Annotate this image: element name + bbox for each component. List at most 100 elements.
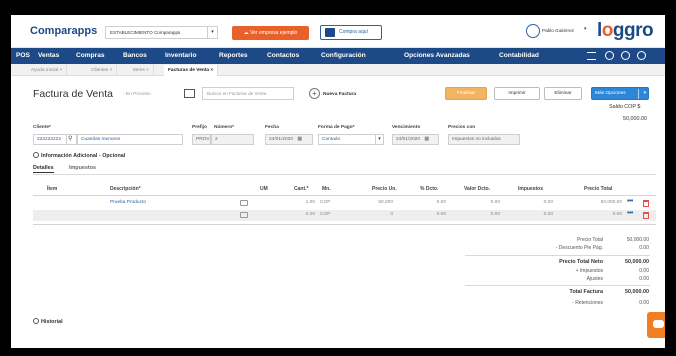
nav-item-bancos[interactable]: Bancos [123,52,147,59]
open-tabs: Ayuda Inicial × Clientes × Items × Factu… [11,64,665,76]
view-example-company-button[interactable]: ☁ Ver empresa ejemplo [232,26,309,40]
trash-icon[interactable] [643,200,649,207]
main-nav: POS Ventas Compras Bancos Inventario Rep… [11,48,665,64]
nav-item-contabilidad[interactable]: Contabilidad [499,52,539,59]
subtab-impuestos[interactable]: Impuestos [69,165,96,171]
tab-clientes[interactable]: Clientes × [87,65,118,76]
status-label: - En Proceso [123,92,151,97]
trash-icon[interactable] [643,212,649,219]
date-label: Fecha [265,125,279,130]
nav-item-ventas[interactable]: Ventas [38,52,59,59]
search-icon[interactable]: ⚲ [67,134,77,145]
new-invoice-button[interactable]: Nueva Factura [323,92,356,97]
info-icon[interactable] [621,51,630,60]
invoice-total-label: Total Factura [569,289,603,295]
nav-item-reportes[interactable]: Reportes [219,52,248,59]
subtotal-label: Precio Total [576,237,603,243]
col-header-impuestos: Impuestos [518,186,544,192]
comment-icon[interactable] [240,200,248,206]
nav-item-contactos[interactable]: Contactos [267,52,299,59]
subtab-detalles[interactable]: Detalles [33,165,54,173]
user-name[interactable]: Pablo Gutiérrez [542,28,574,33]
col-header-cant: Cant.* [294,186,309,192]
additional-info-toggle[interactable]: Información Adicional - Opcional [33,152,125,159]
nav-item-compras[interactable]: Compras [76,52,105,59]
row-currency: COP [320,200,331,205]
user-icon[interactable] [526,24,540,38]
row-discount-value: 0.00 [490,212,500,217]
app-window: Comparapps ESTABLECIMIENTO Comparapps ▾ … [11,15,665,348]
comment-icon[interactable] [240,212,248,218]
row-quantity[interactable]: 1.00 [295,200,315,205]
clock-icon[interactable] [605,51,614,60]
history-label: Historial [41,319,63,325]
nav-item-inventario[interactable]: Inventario [165,52,197,59]
number-label: Número* [214,125,234,130]
row-taxes[interactable]: 0.00 [535,200,553,205]
row-discount-pct[interactable]: 0.00 [428,212,446,217]
table-row[interactable]: 0.00 COP 0 0.00 0.00 0.00 0.00 ••• [33,210,656,221]
buy-here-label: Compra aquí [339,29,368,35]
number-field[interactable]: 2 [211,134,254,145]
taxes-label: + Impuestos [575,268,603,274]
history-toggle[interactable]: Historial [33,318,63,325]
col-header-mn: Mn. [322,186,331,192]
nav-item-pos[interactable]: POS [16,52,30,59]
payment-method-select[interactable]: Contado ▾ [318,134,384,145]
client-name-field[interactable]: Cuantías menores [77,134,183,145]
table-row[interactable]: Prueba Producto 1.00 COP 50,000 0.00 0.0… [33,198,656,209]
tab-items[interactable]: Items × [129,65,154,76]
col-header-descripcion: Descripción* [110,186,141,192]
client-id-field[interactable]: 222222222 [33,134,67,145]
search-input[interactable]: Buscar en Facturas de Venta [202,87,294,100]
due-date-field[interactable]: 24/01/2020 ▦ [392,134,439,145]
additional-info-label: Información Adicional - Opcional [41,153,126,159]
row-currency: COP [320,212,331,217]
row-discount-pct[interactable]: 0.00 [428,200,446,205]
col-header-precio-total: Precio Total [584,186,613,192]
row-quantity[interactable]: 0.00 [295,212,315,217]
calendar-icon: ▦ [424,137,429,142]
row-unit-price[interactable]: 0 [368,212,393,217]
date-field[interactable]: 24/01/2020 ▦ [265,134,313,145]
tab-ayuda-inicial[interactable]: Ayuda Inicial × [27,65,68,76]
chevron-down-icon: ▾ [643,91,646,96]
cart-icon [325,28,335,37]
footer-discount-value[interactable]: 0.00 [639,245,649,251]
delete-button[interactable]: Eliminar [544,87,582,100]
chat-button[interactable] [647,312,665,338]
establishment-label: ESTABLECIMIENTO Comparapps [110,30,181,35]
finalize-button[interactable]: Finalizar [445,87,487,100]
more-options-button[interactable]: Más Opciones ▾ [591,87,649,100]
chevron-down-icon[interactable]: ▾ [584,26,587,32]
due-date-label: Vencimiento [392,125,421,130]
subtotal-value: 50,000.00 [626,237,649,243]
client-label: Cliente* [33,125,51,130]
tab-facturas-de-venta[interactable]: Facturas de Venta × [164,65,219,76]
prices-with-field[interactable]: Impuestos no incluidos [448,134,520,145]
row-taxes[interactable]: 0.00 [535,212,553,217]
chevron-down-icon: ▾ [207,27,217,38]
prefix-field: PROV [192,134,211,145]
view-example-label: Ver empresa ejemplo [250,30,298,36]
divider [33,195,656,196]
help-icon[interactable] [637,51,646,60]
row-discount-value: 0.00 [490,200,500,205]
row-unit-price[interactable]: 50,000 [368,200,393,205]
nav-item-opciones-avanzadas[interactable]: Opciones Avanzadas [404,52,470,59]
divider [33,224,656,225]
divider [33,174,656,175]
nav-item-configuracion[interactable]: Configuración [321,52,366,59]
list-icon[interactable] [587,52,596,60]
row-description[interactable]: Prueba Producto [110,200,146,205]
print-button[interactable]: Imprimir [494,87,540,100]
comment-icon[interactable] [184,89,195,98]
more-icon[interactable]: ••• [627,198,633,205]
taxes-value: 0.00 [639,268,649,274]
more-icon[interactable]: ••• [627,210,633,217]
plus-icon[interactable]: + [309,88,320,99]
col-header-um: UM [260,186,268,192]
footer-discount-label: - Descuento Pie Pág. [555,245,603,251]
establishment-select[interactable]: ESTABLECIMIENTO Comparapps ▾ [105,26,218,39]
buy-here-button[interactable]: Compra aquí [320,25,382,40]
